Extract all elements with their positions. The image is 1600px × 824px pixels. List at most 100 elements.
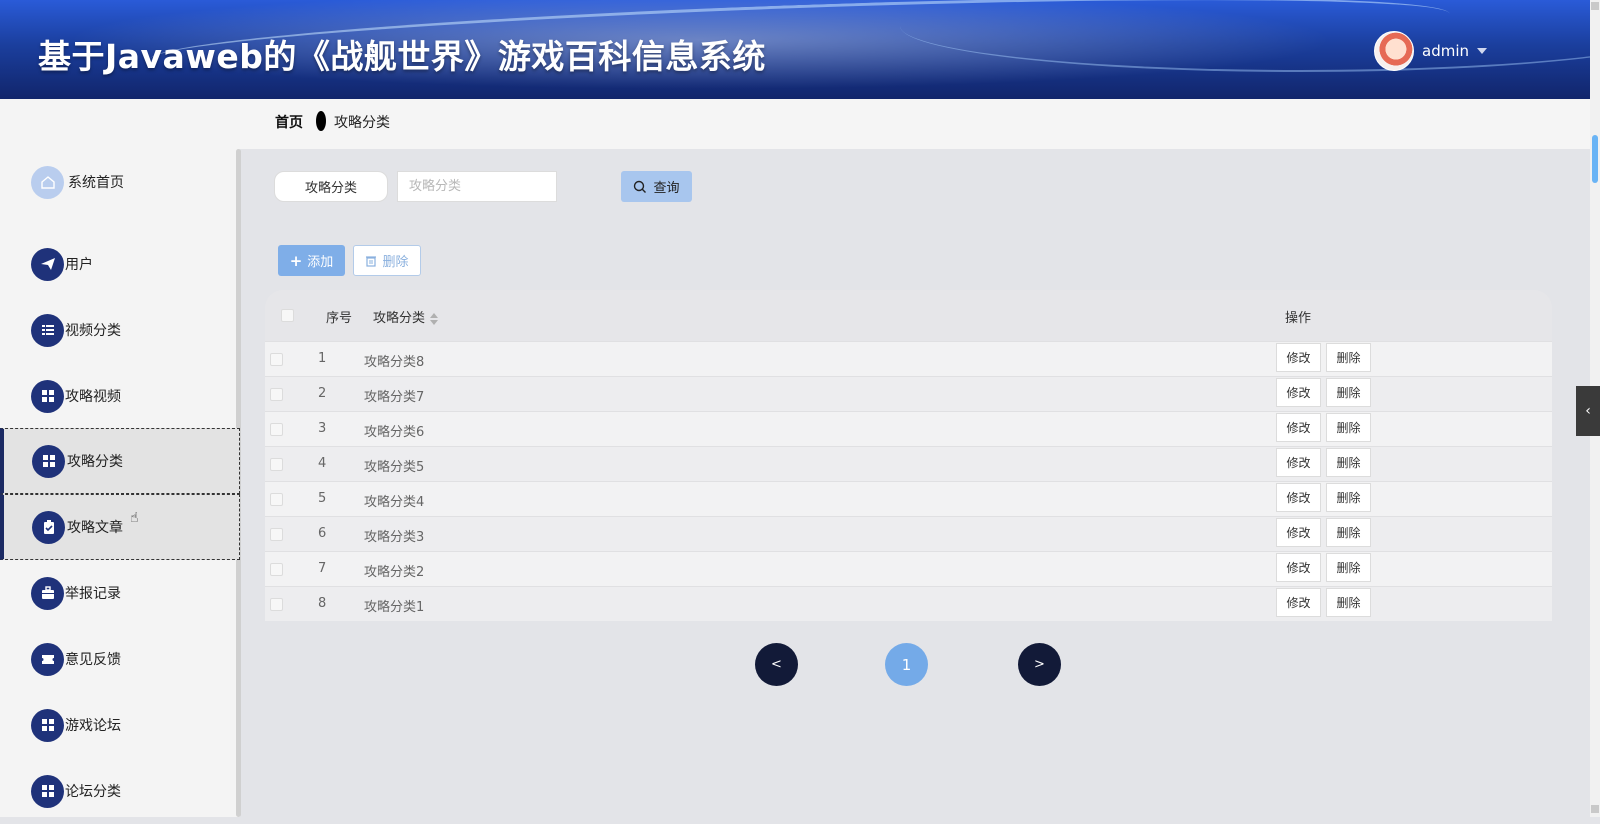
select-all-checkbox[interactable] [281, 309, 294, 322]
row-checkbox[interactable] [270, 423, 283, 436]
cell-category: 攻略分类4 [364, 495, 425, 510]
delete-button[interactable]: 删除 [1326, 553, 1371, 582]
sidebar-item-video-category[interactable]: 视频分类 [0, 297, 240, 363]
row-checkbox[interactable] [270, 388, 283, 401]
briefcase-icon [31, 576, 64, 610]
header-bar: 基于Javaweb的《战舰世界》游戏百科信息系统 admin [0, 0, 1590, 99]
breadcrumb-separator-icon [316, 111, 326, 131]
cell-index: 8 [318, 596, 327, 611]
edit-button[interactable]: 修改 [1276, 448, 1321, 477]
cell-category: 攻略分类3 [364, 530, 425, 545]
sidebar-item-label: 视频分类 [65, 323, 121, 339]
sidebar-item-home[interactable]: 系统首页 [0, 149, 240, 215]
sidebar-item-strategy-video[interactable]: 攻略视频 [0, 363, 240, 429]
search-button-label: 查询 [653, 181, 680, 196]
sidebar-item-label: 论坛分类 [65, 784, 121, 800]
search-field-label: 攻略分类 [274, 171, 388, 202]
add-button-label: 添加 [307, 255, 334, 270]
row-checkbox[interactable] [270, 528, 283, 541]
edit-button[interactable]: 修改 [1276, 553, 1321, 582]
sidebar-item-label: 意见反馈 [65, 652, 121, 668]
grid-icon [31, 379, 64, 413]
edit-button[interactable]: 修改 [1276, 343, 1321, 372]
cell-index: 7 [318, 561, 327, 576]
prev-page-button[interactable]: < [755, 643, 798, 686]
column-header-index: 序号 [326, 311, 353, 326]
sidebar-item-label: 游戏论坛 [65, 718, 121, 734]
batch-delete-button[interactable]: 删除 [353, 245, 421, 276]
row-checkbox[interactable] [270, 563, 283, 576]
edit-button[interactable]: 修改 [1276, 483, 1321, 512]
cell-category: 攻略分类7 [364, 390, 425, 405]
chevron-down-icon[interactable] [1477, 48, 1487, 54]
sidebar-item-forum[interactable]: 游戏论坛 [0, 692, 240, 758]
table-row: 8 攻略分类1 修改 删除 [265, 586, 1552, 621]
sidebar-item-forum-category[interactable]: 论坛分类 [0, 758, 240, 824]
cell-index: 4 [318, 456, 327, 471]
user-menu[interactable]: admin [1374, 31, 1487, 71]
data-table: 序号 攻略分类 操作 1 攻略分类8 修改 删除 2 攻略分类7 修改 删除 3 攻略分类6 修改删… [265, 290, 1552, 621]
sidebar-item-report-records[interactable]: 举报记录 [0, 560, 240, 626]
table-row: 4 攻略分类5 修改 删除 [265, 446, 1552, 481]
cell-category: 攻略分类1 [364, 600, 425, 615]
column-header-category[interactable]: 攻略分类 [373, 307, 439, 326]
breadcrumb-home[interactable]: 首页 [275, 112, 303, 132]
delete-button[interactable]: 删除 [1326, 413, 1371, 442]
table-row: 1 攻略分类8 修改 删除 [265, 341, 1552, 376]
sidebar-item-label: 攻略分类 [67, 454, 123, 470]
sidebar-item-feedback[interactable]: 意见反馈 [0, 626, 240, 692]
cell-index: 2 [318, 386, 327, 401]
row-checkbox[interactable] [270, 493, 283, 506]
search-button[interactable]: 查询 [621, 171, 692, 202]
ticket-icon [31, 642, 64, 676]
edit-button[interactable]: 修改 [1276, 378, 1321, 407]
sidebar-item-label: 用户 [65, 257, 93, 273]
trash-icon [366, 255, 377, 267]
grid-icon [31, 774, 64, 808]
username[interactable]: admin [1422, 42, 1469, 60]
current-page-button[interactable]: 1 [885, 643, 928, 686]
table-row: 7 攻略分类2 修改 删除 [265, 551, 1552, 586]
row-checkbox[interactable] [270, 353, 283, 366]
edit-button[interactable]: 修改 [1276, 588, 1321, 617]
scroll-down-arrow[interactable] [1591, 805, 1599, 813]
delete-button[interactable]: 删除 [1326, 588, 1371, 617]
collapse-panel-button[interactable]: ‹ [1576, 386, 1600, 436]
scroll-up-arrow[interactable] [1591, 2, 1599, 10]
search-input[interactable] [397, 171, 557, 202]
column-header-category-label: 攻略分类 [373, 311, 426, 326]
sort-icon[interactable] [430, 312, 439, 326]
batch-delete-label: 删除 [382, 255, 409, 270]
table-row: 2 攻略分类7 修改 删除 [265, 376, 1552, 411]
edit-button[interactable]: 修改 [1276, 413, 1321, 442]
cell-index: 6 [318, 526, 327, 541]
sidebar-item-users[interactable]: 用户 [0, 231, 240, 297]
hand-cursor-icon: ☝ [130, 510, 139, 526]
plus-icon: + [289, 251, 303, 270]
app-title: 基于Javaweb的《战舰世界》游戏百科信息系统 [38, 37, 766, 76]
search-icon [634, 180, 647, 193]
delete-button[interactable]: 删除 [1326, 378, 1371, 407]
cell-category: 攻略分类6 [364, 425, 425, 440]
table-header: 序号 攻略分类 操作 [265, 290, 1552, 341]
edit-button[interactable]: 修改 [1276, 518, 1321, 547]
delete-button[interactable]: 删除 [1326, 483, 1371, 512]
table-row: 5 攻略分类4 修改 删除 [265, 481, 1552, 516]
next-page-button[interactable]: > [1018, 643, 1061, 686]
add-button[interactable]: + 添加 [278, 245, 345, 276]
sidebar-item-label: 举报记录 [65, 586, 121, 602]
column-header-operation: 操作 [1285, 311, 1312, 326]
avatar[interactable] [1374, 31, 1414, 71]
delete-button[interactable]: 删除 [1326, 518, 1371, 547]
delete-button[interactable]: 删除 [1326, 448, 1371, 477]
cell-category: 攻略分类2 [364, 565, 425, 580]
table-row: 6 攻略分类3 修改 删除 [265, 516, 1552, 551]
cell-category: 攻略分类5 [364, 460, 425, 475]
scrollbar-thumb[interactable] [1592, 135, 1598, 183]
sidebar-item-strategy-article[interactable]: 攻略文章 [0, 494, 240, 560]
row-checkbox[interactable] [270, 598, 283, 611]
row-checkbox[interactable] [270, 458, 283, 471]
grid-icon [32, 444, 65, 478]
delete-button[interactable]: 删除 [1326, 343, 1371, 372]
sidebar-item-strategy-category[interactable]: 攻略分类 [0, 428, 240, 494]
